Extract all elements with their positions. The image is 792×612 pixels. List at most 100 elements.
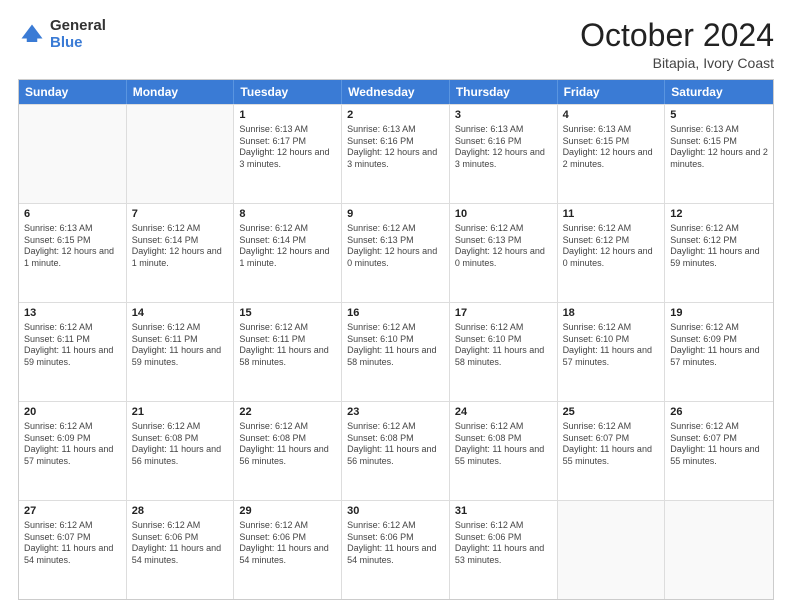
day-number: 16: [347, 306, 444, 321]
day-number: 19: [670, 306, 768, 321]
day-number: 2: [347, 108, 444, 123]
calendar-row: 6Sunrise: 6:13 AM Sunset: 6:15 PM Daylig…: [19, 203, 773, 302]
calendar-cell: 20Sunrise: 6:12 AM Sunset: 6:09 PM Dayli…: [19, 402, 127, 500]
calendar-cell: 25Sunrise: 6:12 AM Sunset: 6:07 PM Dayli…: [558, 402, 666, 500]
logo: General Blue: [18, 18, 106, 51]
calendar-cell: 26Sunrise: 6:12 AM Sunset: 6:07 PM Dayli…: [665, 402, 773, 500]
day-number: 12: [670, 207, 768, 222]
day-number: 22: [239, 405, 336, 420]
day-number: 20: [24, 405, 121, 420]
page: General Blue October 2024 Bitapia, Ivory…: [0, 0, 792, 612]
cell-info: Sunrise: 6:13 AM Sunset: 6:17 PM Dayligh…: [239, 124, 336, 171]
day-number: 30: [347, 504, 444, 519]
logo-blue: Blue: [50, 35, 106, 52]
calendar-cell: 1Sunrise: 6:13 AM Sunset: 6:17 PM Daylig…: [234, 105, 342, 203]
calendar-cell: [665, 501, 773, 599]
day-number: 15: [239, 306, 336, 321]
logo-icon: [18, 21, 46, 49]
day-number: 6: [24, 207, 121, 222]
calendar-cell: [558, 501, 666, 599]
day-number: 18: [563, 306, 660, 321]
cell-info: Sunrise: 6:13 AM Sunset: 6:15 PM Dayligh…: [24, 223, 121, 270]
cell-info: Sunrise: 6:12 AM Sunset: 6:12 PM Dayligh…: [670, 223, 768, 270]
calendar-cell: 29Sunrise: 6:12 AM Sunset: 6:06 PM Dayli…: [234, 501, 342, 599]
cell-info: Sunrise: 6:13 AM Sunset: 6:16 PM Dayligh…: [347, 124, 444, 171]
calendar-cell: 17Sunrise: 6:12 AM Sunset: 6:10 PM Dayli…: [450, 303, 558, 401]
cell-info: Sunrise: 6:12 AM Sunset: 6:09 PM Dayligh…: [670, 322, 768, 369]
cell-info: Sunrise: 6:12 AM Sunset: 6:06 PM Dayligh…: [455, 520, 552, 567]
calendar-cell: 9Sunrise: 6:12 AM Sunset: 6:13 PM Daylig…: [342, 204, 450, 302]
weekday-header: Thursday: [450, 80, 558, 104]
header: General Blue October 2024 Bitapia, Ivory…: [18, 18, 774, 71]
cell-info: Sunrise: 6:12 AM Sunset: 6:07 PM Dayligh…: [24, 520, 121, 567]
day-number: 1: [239, 108, 336, 123]
calendar-cell: 8Sunrise: 6:12 AM Sunset: 6:14 PM Daylig…: [234, 204, 342, 302]
calendar-cell: 13Sunrise: 6:12 AM Sunset: 6:11 PM Dayli…: [19, 303, 127, 401]
calendar-cell: 5Sunrise: 6:13 AM Sunset: 6:15 PM Daylig…: [665, 105, 773, 203]
logo-text: General Blue: [50, 18, 106, 51]
calendar-row: 1Sunrise: 6:13 AM Sunset: 6:17 PM Daylig…: [19, 104, 773, 203]
day-number: 13: [24, 306, 121, 321]
cell-info: Sunrise: 6:12 AM Sunset: 6:09 PM Dayligh…: [24, 421, 121, 468]
weekday-header: Saturday: [665, 80, 773, 104]
day-number: 7: [132, 207, 229, 222]
cell-info: Sunrise: 6:12 AM Sunset: 6:12 PM Dayligh…: [563, 223, 660, 270]
calendar-row: 13Sunrise: 6:12 AM Sunset: 6:11 PM Dayli…: [19, 302, 773, 401]
cell-info: Sunrise: 6:13 AM Sunset: 6:15 PM Dayligh…: [670, 124, 768, 171]
day-number: 4: [563, 108, 660, 123]
calendar-cell: 11Sunrise: 6:12 AM Sunset: 6:12 PM Dayli…: [558, 204, 666, 302]
calendar-cell: 21Sunrise: 6:12 AM Sunset: 6:08 PM Dayli…: [127, 402, 235, 500]
cell-info: Sunrise: 6:12 AM Sunset: 6:08 PM Dayligh…: [455, 421, 552, 468]
cell-info: Sunrise: 6:12 AM Sunset: 6:08 PM Dayligh…: [132, 421, 229, 468]
calendar-row: 27Sunrise: 6:12 AM Sunset: 6:07 PM Dayli…: [19, 500, 773, 599]
calendar-cell: 27Sunrise: 6:12 AM Sunset: 6:07 PM Dayli…: [19, 501, 127, 599]
day-number: 3: [455, 108, 552, 123]
cell-info: Sunrise: 6:12 AM Sunset: 6:10 PM Dayligh…: [563, 322, 660, 369]
day-number: 25: [563, 405, 660, 420]
calendar-cell: 6Sunrise: 6:13 AM Sunset: 6:15 PM Daylig…: [19, 204, 127, 302]
cell-info: Sunrise: 6:12 AM Sunset: 6:07 PM Dayligh…: [563, 421, 660, 468]
cell-info: Sunrise: 6:12 AM Sunset: 6:14 PM Dayligh…: [239, 223, 336, 270]
day-number: 29: [239, 504, 336, 519]
calendar-cell: 16Sunrise: 6:12 AM Sunset: 6:10 PM Dayli…: [342, 303, 450, 401]
day-number: 28: [132, 504, 229, 519]
cell-info: Sunrise: 6:12 AM Sunset: 6:06 PM Dayligh…: [132, 520, 229, 567]
day-number: 24: [455, 405, 552, 420]
cell-info: Sunrise: 6:12 AM Sunset: 6:06 PM Dayligh…: [347, 520, 444, 567]
calendar-row: 20Sunrise: 6:12 AM Sunset: 6:09 PM Dayli…: [19, 401, 773, 500]
calendar-cell: 18Sunrise: 6:12 AM Sunset: 6:10 PM Dayli…: [558, 303, 666, 401]
cell-info: Sunrise: 6:12 AM Sunset: 6:07 PM Dayligh…: [670, 421, 768, 468]
day-number: 11: [563, 207, 660, 222]
weekday-header: Sunday: [19, 80, 127, 104]
weekday-header: Tuesday: [234, 80, 342, 104]
calendar-cell: 23Sunrise: 6:12 AM Sunset: 6:08 PM Dayli…: [342, 402, 450, 500]
calendar-header: SundayMondayTuesdayWednesdayThursdayFrid…: [19, 80, 773, 104]
cell-info: Sunrise: 6:12 AM Sunset: 6:11 PM Dayligh…: [24, 322, 121, 369]
day-number: 5: [670, 108, 768, 123]
calendar-cell: 2Sunrise: 6:13 AM Sunset: 6:16 PM Daylig…: [342, 105, 450, 203]
cell-info: Sunrise: 6:13 AM Sunset: 6:15 PM Dayligh…: [563, 124, 660, 171]
calendar-cell: 14Sunrise: 6:12 AM Sunset: 6:11 PM Dayli…: [127, 303, 235, 401]
day-number: 9: [347, 207, 444, 222]
calendar-cell: 12Sunrise: 6:12 AM Sunset: 6:12 PM Dayli…: [665, 204, 773, 302]
day-number: 21: [132, 405, 229, 420]
calendar-cell: 28Sunrise: 6:12 AM Sunset: 6:06 PM Dayli…: [127, 501, 235, 599]
calendar-cell: 4Sunrise: 6:13 AM Sunset: 6:15 PM Daylig…: [558, 105, 666, 203]
day-number: 10: [455, 207, 552, 222]
calendar-cell: 10Sunrise: 6:12 AM Sunset: 6:13 PM Dayli…: [450, 204, 558, 302]
cell-info: Sunrise: 6:12 AM Sunset: 6:06 PM Dayligh…: [239, 520, 336, 567]
cell-info: Sunrise: 6:12 AM Sunset: 6:08 PM Dayligh…: [347, 421, 444, 468]
cell-info: Sunrise: 6:12 AM Sunset: 6:13 PM Dayligh…: [455, 223, 552, 270]
calendar-cell: 31Sunrise: 6:12 AM Sunset: 6:06 PM Dayli…: [450, 501, 558, 599]
calendar: SundayMondayTuesdayWednesdayThursdayFrid…: [18, 79, 774, 600]
cell-info: Sunrise: 6:12 AM Sunset: 6:11 PM Dayligh…: [239, 322, 336, 369]
cell-info: Sunrise: 6:12 AM Sunset: 6:11 PM Dayligh…: [132, 322, 229, 369]
day-number: 14: [132, 306, 229, 321]
weekday-header: Friday: [558, 80, 666, 104]
calendar-cell: 22Sunrise: 6:12 AM Sunset: 6:08 PM Dayli…: [234, 402, 342, 500]
day-number: 17: [455, 306, 552, 321]
weekday-header: Monday: [127, 80, 235, 104]
day-number: 31: [455, 504, 552, 519]
weekday-header: Wednesday: [342, 80, 450, 104]
calendar-cell: 7Sunrise: 6:12 AM Sunset: 6:14 PM Daylig…: [127, 204, 235, 302]
